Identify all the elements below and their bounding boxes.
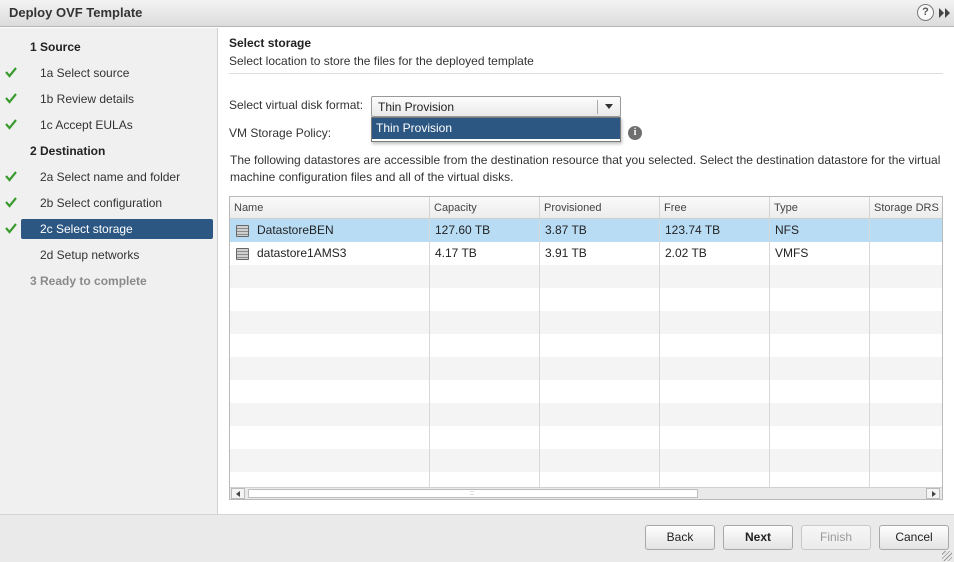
finish-button: Finish	[801, 525, 871, 550]
datastore-grid: Name Capacity Provisioned Free Type Stor…	[229, 196, 943, 500]
next-button[interactable]: Next	[723, 525, 793, 550]
divider	[229, 73, 943, 74]
column-header-type[interactable]: Type	[770, 197, 870, 219]
wizard-footer: Back Next Finish Cancel	[0, 514, 954, 562]
dropdown-option-thin-provision[interactable]: Thin Provision	[372, 118, 620, 139]
nav-label: 1a Select source	[40, 66, 130, 80]
disk-format-label: Select virtual disk format:	[229, 98, 364, 112]
nav-label: 2b Select configuration	[40, 196, 163, 210]
nav-item-select-name-folder[interactable]: 2a Select name and folder	[0, 167, 218, 187]
resize-grip-icon[interactable]	[942, 551, 952, 561]
empty-row	[230, 449, 942, 472]
cell-capacity: 127.60 TB	[430, 219, 540, 242]
nav-label: 2d Setup networks	[40, 248, 140, 262]
nav-label: 2c Select storage	[40, 222, 133, 236]
wizard-nav: 1 Source 1a Select source 1b Review deta…	[0, 28, 218, 514]
nav-section-ready-to-complete: 3 Ready to complete	[0, 271, 218, 291]
nav-item-accept-eulas[interactable]: 1c Accept EULAs	[0, 115, 218, 135]
column-header-capacity[interactable]: Capacity	[430, 197, 540, 219]
checkmark-icon	[5, 171, 17, 182]
nav-section-source: 1 Source	[0, 37, 218, 57]
nav-label: 1 Source	[30, 40, 81, 54]
empty-row	[230, 311, 942, 334]
column-header-storage-drs[interactable]: Storage DRS	[870, 197, 942, 219]
cell-storage-drs	[870, 219, 942, 242]
horizontal-scrollbar[interactable]: ::	[230, 487, 942, 499]
nav-section-destination: 2 Destination	[0, 141, 218, 161]
datastore-name: datastore1AMS3	[257, 246, 347, 260]
cell-name: DatastoreBEN	[230, 219, 430, 242]
page-subtitle: Select location to store the files for t…	[229, 54, 534, 68]
nav-label: 2a Select name and folder	[40, 170, 181, 184]
column-header-name[interactable]: Name	[230, 197, 430, 219]
column-header-free[interactable]: Free	[660, 197, 770, 219]
datastore-icon	[236, 248, 249, 260]
nav-label: 1b Review details	[40, 92, 135, 106]
scroll-thumb[interactable]: ::	[248, 489, 698, 498]
cell-provisioned: 3.87 TB	[540, 219, 660, 242]
cell-type: VMFS	[770, 242, 870, 265]
checkmark-icon	[5, 197, 17, 208]
table-row[interactable]: datastore1AMS3 4.17 TB 3.91 TB 2.02 TB V…	[230, 242, 942, 265]
column-header-provisioned[interactable]: Provisioned	[540, 197, 660, 219]
cell-capacity: 4.17 TB	[430, 242, 540, 265]
scroll-right-icon[interactable]	[926, 488, 940, 499]
cell-type: NFS	[770, 219, 870, 242]
checkmark-icon	[5, 67, 17, 78]
cell-name: datastore1AMS3	[230, 242, 430, 265]
disk-format-select[interactable]: Thin Provision	[371, 96, 621, 117]
empty-row	[230, 265, 942, 288]
storage-policy-label: VM Storage Policy:	[229, 126, 332, 140]
info-icon[interactable]: i	[628, 126, 642, 140]
table-row[interactable]: DatastoreBEN 127.60 TB 3.87 TB 123.74 TB…	[230, 219, 942, 242]
disk-format-value: Thin Provision	[378, 100, 455, 114]
datastore-description: The following datastores are accessible …	[230, 153, 941, 184]
select-separator	[597, 100, 598, 114]
cell-free: 123.74 TB	[660, 219, 770, 242]
checkmark-icon	[5, 223, 17, 234]
nav-item-select-source[interactable]: 1a Select source	[0, 63, 218, 83]
nav-item-select-configuration[interactable]: 2b Select configuration	[0, 193, 218, 213]
cell-storage-drs	[870, 242, 942, 265]
help-icon[interactable]: ?	[917, 4, 934, 21]
expand-icon[interactable]	[938, 6, 952, 20]
disk-format-dropdown: Thin Provision	[371, 117, 621, 142]
nav-label: 3 Ready to complete	[30, 274, 147, 288]
checkmark-icon	[5, 119, 17, 130]
grid-header: Name Capacity Provisioned Free Type Stor…	[230, 197, 942, 219]
page-title: Select storage	[229, 36, 312, 50]
chevron-down-icon[interactable]	[605, 104, 613, 109]
nav-label: 1c Accept EULAs	[40, 118, 133, 132]
cell-provisioned: 3.91 TB	[540, 242, 660, 265]
datastore-name: DatastoreBEN	[257, 223, 334, 237]
nav-label: 2 Destination	[30, 144, 106, 158]
main-panel: Select storage Select location to store …	[219, 28, 954, 514]
nav-item-review-details[interactable]: 1b Review details	[0, 89, 218, 109]
back-button[interactable]: Back	[645, 525, 715, 550]
scroll-left-icon[interactable]	[231, 488, 245, 499]
checkmark-icon	[5, 93, 17, 104]
nav-item-setup-networks[interactable]: 2d Setup networks	[0, 245, 218, 265]
cell-free: 2.02 TB	[660, 242, 770, 265]
empty-row	[230, 357, 942, 380]
window-title: Deploy OVF Template	[9, 5, 143, 20]
datastore-icon	[236, 225, 249, 237]
cancel-button[interactable]: Cancel	[879, 525, 949, 550]
scroll-grip-icon: ::	[470, 490, 474, 497]
nav-item-select-storage[interactable]: 2c Select storage	[0, 219, 218, 239]
title-bar: Deploy OVF Template ?	[0, 0, 954, 27]
empty-row	[230, 403, 942, 426]
